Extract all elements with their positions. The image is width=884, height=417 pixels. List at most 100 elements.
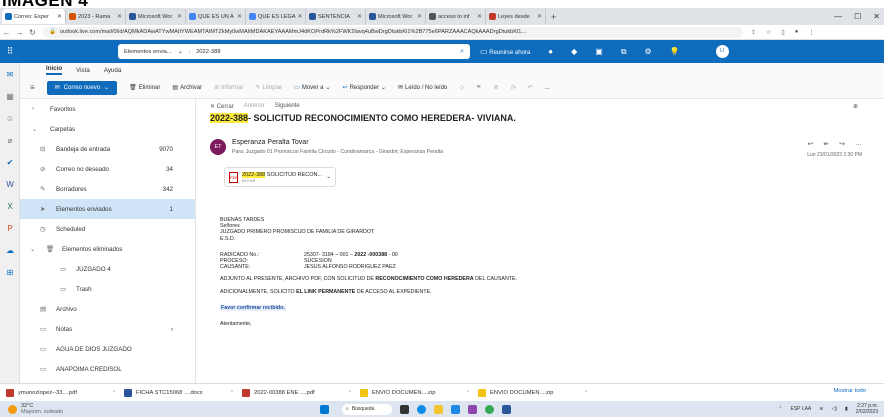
volume-icon[interactable]: ◁) [831, 406, 837, 412]
mail-icon[interactable]: ✉ [0, 63, 20, 85]
snooze-button[interactable]: ◷ [510, 84, 515, 91]
taskbar-search[interactable]: ⌕ Búsqueda [342, 403, 392, 415]
back-icon[interactable]: ← [0, 28, 13, 37]
tag-button[interactable]: ◇ [459, 84, 464, 91]
reply-icon[interactable]: ↩ [807, 140, 813, 148]
menu-icon[interactable]: ⋮ [808, 29, 814, 36]
new-mail-button[interactable]: ✉ Correo nuevo ⌄ [46, 80, 118, 95]
user-avatar[interactable]: LI [715, 45, 729, 58]
rewards-icon[interactable]: ◆ [571, 47, 577, 56]
chrome-icon[interactable] [485, 404, 494, 414]
chevron-down-icon[interactable]: ⌄ [326, 174, 331, 180]
chevron-up-icon[interactable]: ⌃ [466, 390, 470, 396]
close-tab-icon[interactable]: ✕ [177, 13, 182, 20]
word-icon[interactable] [502, 404, 511, 414]
edge-icon[interactable] [417, 404, 426, 414]
wifi-icon[interactable]: ≋ [819, 406, 823, 412]
close-tab-icon[interactable]: ✕ [537, 13, 542, 20]
pin-button[interactable]: ⊘ [493, 84, 498, 91]
folder-item[interactable]: ▭ AGUA DE DIOS JUZGADO [20, 339, 195, 359]
close-tab-icon[interactable]: ✕ [298, 13, 303, 20]
download-item[interactable]: FICHA STC15068 ....docx ⌃ [124, 388, 234, 397]
search-icon[interactable]: ⌕ [460, 48, 464, 56]
settings-icon[interactable]: ⚙ [645, 47, 652, 56]
powerpoint-icon[interactable]: P [0, 217, 20, 239]
close-tab-icon[interactable]: ✕ [477, 13, 482, 20]
close-tab-icon[interactable]: ✕ [357, 13, 362, 20]
folder-item[interactable]: ◷ Scheduled [20, 219, 195, 239]
folder-item[interactable]: ⊟ Bandeja de entrada 9070 [20, 139, 195, 159]
folder-item[interactable]: ▤ Archivo [20, 299, 195, 319]
clock[interactable]: 2:27 p.m. 2/02/2023 [856, 403, 878, 415]
onedrive-icon[interactable]: ☁ [0, 239, 20, 261]
excel-icon[interactable]: X [0, 195, 20, 217]
folder-item[interactable]: ▭ ANAPOIMA CREDISOL [20, 359, 195, 379]
close-tab-icon[interactable]: ✕ [237, 13, 242, 20]
taskview-icon[interactable] [400, 404, 409, 414]
close-button[interactable]: ✕ Cerrar [210, 103, 234, 110]
folder-item[interactable]: ⊘ Correo no deseado 34 [20, 159, 195, 179]
search-box[interactable]: Elementos envia... ⌄ | 2022-388 ⌕ [118, 44, 470, 59]
browser-tab[interactable]: QUE ES UN A ✕ [186, 9, 246, 24]
archive-button[interactable]: ▤ Archivar [172, 84, 202, 92]
download-item[interactable]: ymunozlopez--33....pdf ⌃ [6, 388, 116, 397]
close-tab-icon[interactable]: ✕ [417, 13, 422, 20]
profile-icon[interactable]: ● [795, 29, 799, 36]
read-unread-button[interactable]: ✉ Leído / No leído [398, 84, 447, 92]
forward-icon[interactable]: → [13, 28, 26, 37]
tab-vista[interactable]: Vista [76, 67, 90, 74]
app-icon[interactable] [468, 404, 477, 414]
browser-tab[interactable]: Correo: Esper ✕ [2, 9, 66, 24]
search-scope[interactable]: Elementos envia... [124, 49, 172, 55]
word-icon[interactable]: W [0, 173, 20, 195]
url-bar[interactable]: 🔒 outlook.live.com/mail/0/id/AQMkADAwATY… [43, 26, 743, 38]
minimize-icon[interactable]: — [834, 12, 842, 21]
reload-icon[interactable]: ↻ [26, 28, 39, 37]
teams-icon[interactable]: ▣ [595, 47, 603, 56]
hamburger-icon[interactable]: ≡ [30, 83, 35, 92]
folder-item[interactable]: ▭ Trash [20, 279, 195, 299]
maximize-icon[interactable]: ☐ [854, 12, 861, 21]
file-explorer-icon[interactable] [434, 404, 443, 414]
skype-icon[interactable]: ● [548, 47, 553, 56]
browser-tab[interactable]: SENTENCIA ✕ [306, 9, 366, 24]
lang-indicator[interactable]: ESP LAA [791, 406, 812, 412]
share-icon[interactable]: ⇪ [751, 29, 756, 36]
flag-button[interactable]: ⚑ [476, 84, 481, 91]
attachment-card[interactable]: PDF 2022-388 SOLICITUD RECON... 849 KB ⌄ [224, 167, 336, 187]
close-tab-icon[interactable]: ✕ [57, 13, 62, 20]
app-launcher-icon[interactable]: ⠿ [0, 46, 20, 57]
battery-icon[interactable]: ▮ [845, 406, 848, 412]
start-icon[interactable] [320, 404, 329, 414]
chevron-up-icon[interactable]: ⌃ [112, 390, 116, 396]
search-input[interactable]: 2022-388 [196, 49, 221, 55]
forward-icon[interactable]: ↪ [839, 140, 845, 148]
tab-inicio[interactable]: Inicio [46, 65, 63, 75]
delete-button[interactable]: 🗑 Eliminar [129, 84, 160, 92]
undo-button[interactable]: ↶ [528, 84, 533, 91]
browser-tab[interactable]: QUE ES LEGA ✕ [246, 9, 306, 24]
move-to-button[interactable]: ▭ Mover a ⌄ [294, 84, 330, 92]
calendar-icon[interactable]: ▦ [0, 85, 20, 107]
new-tab-button[interactable]: + [551, 12, 556, 22]
sidebar-icon[interactable]: ▯ [781, 29, 784, 36]
reply-all-icon[interactable]: ↞ [823, 140, 829, 148]
folder-item[interactable]: ▭ JUZGADO 4 [20, 259, 195, 279]
download-item[interactable]: 2022-00388 ENE ....pdf ⌃ [242, 388, 352, 397]
zoom-icon[interactable]: ⊕ [853, 103, 858, 110]
browser-tab[interactable]: Microsoft Wor ✕ [126, 9, 186, 24]
people-icon[interactable]: ☺ [0, 107, 20, 129]
sender-name[interactable]: Esperanza Peralta Tovar [232, 139, 443, 146]
browser-tab[interactable]: 2023 - Rama ✕ [66, 9, 126, 24]
weather-widget[interactable]: 32°C Mayorm. soleado [0, 403, 320, 415]
store-icon[interactable] [451, 404, 460, 414]
more-apps-icon[interactable]: ⊞ [0, 261, 20, 283]
next-button[interactable]: Siguiente [275, 103, 300, 109]
whiteboard-icon[interactable]: ⧉ [621, 47, 627, 57]
chevron-up-icon[interactable]: ⌃ [230, 390, 234, 396]
star-icon[interactable]: ☆ [766, 29, 771, 36]
todo-icon[interactable]: ✔ [0, 151, 20, 173]
browser-tab[interactable]: Microsoft Wor ✕ [366, 9, 426, 24]
download-item[interactable]: ENVIO DOCUMEN....zip ⌃ [360, 388, 470, 397]
close-window-icon[interactable]: ✕ [873, 12, 880, 21]
